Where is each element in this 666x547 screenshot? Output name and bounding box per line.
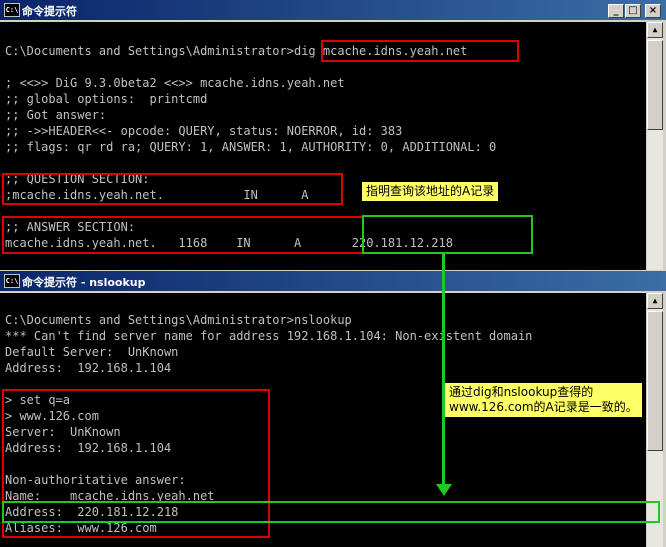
close-button[interactable]: × [645, 4, 661, 18]
a-record-note: 指明查询该地址的A记录 [362, 182, 499, 201]
console-line: ;; global options: printcmd [5, 92, 208, 106]
connector-arrow [442, 254, 445, 486]
maximize-button[interactable]: □ [625, 4, 641, 18]
console-line: ;; ->>HEADER<<- opcode: QUERY, status: N… [5, 124, 403, 138]
consistency-note: 通过dig和nslookup查得的 www.126.com的A记录是一致的。 [445, 383, 642, 417]
dig-command-highlight [321, 40, 519, 62]
answer-ip-highlight [362, 215, 533, 254]
minimize-button[interactable]: _ [608, 4, 624, 18]
console-line: ; <<>> DiG 9.3.0beta2 <<>> mcache.idns.y… [5, 76, 345, 90]
console-line: Address: 192.168.1.104 [5, 361, 172, 375]
console-icon: C:\ [4, 274, 20, 288]
scroll-up-button[interactable]: ▲ [647, 293, 663, 309]
scroll-up-button[interactable]: ▲ [647, 22, 663, 38]
arrow-head-icon [436, 484, 452, 496]
nslookup-address-highlight [2, 501, 660, 523]
console-line: Default Server: UnKnown [5, 345, 179, 359]
vertical-scrollbar[interactable]: ▲ [647, 22, 663, 270]
title-bar[interactable]: C:\ 命令提示符 - nslookup [0, 271, 666, 291]
console-icon: C:\ [4, 3, 20, 17]
title-bar[interactable]: C:\ 命令提示符 _ □ × [0, 0, 666, 20]
answer-section-highlight [2, 216, 364, 254]
scroll-thumb[interactable] [647, 40, 663, 130]
question-section-highlight [2, 173, 343, 205]
window-title: 命令提示符 [22, 5, 77, 18]
window-title: 命令提示符 - nslookup [22, 276, 146, 289]
consistency-note-line2: www.126.com的A记录是一致的。 [449, 400, 638, 414]
consistency-note-line1: 通过dig和nslookup查得的 [449, 385, 594, 399]
console-line: ;; flags: qr rd ra; QUERY: 1, ANSWER: 1,… [5, 140, 497, 154]
console-line: *** Can't find server name for address 1… [5, 329, 533, 343]
console-line: ;; Got answer: [5, 108, 107, 122]
console-line: C:\Documents and Settings\Administrator>… [5, 313, 352, 327]
scroll-thumb[interactable] [647, 311, 663, 451]
